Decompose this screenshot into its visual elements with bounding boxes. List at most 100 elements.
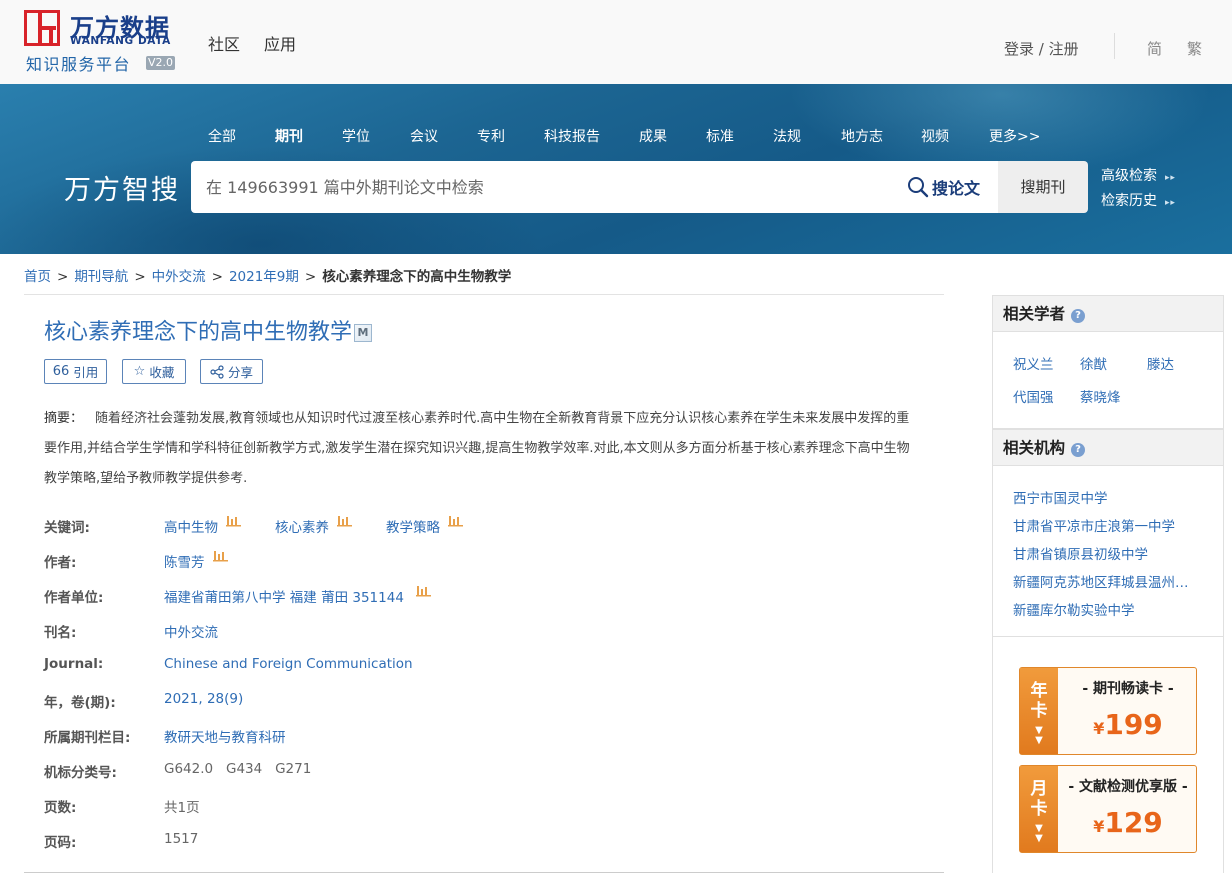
login-register-link[interactable]: 登录 / 注册 (1004, 38, 1079, 59)
search-box: 搜论文 (191, 161, 999, 213)
tab-patent[interactable]: 专利 (477, 126, 505, 146)
issue-link[interactable]: 2021, 28(9) (164, 691, 243, 707)
tab-local-chronicle[interactable]: 地方志 (841, 126, 883, 146)
card-tab: 年卡 ▼ ▼ (1020, 668, 1058, 754)
tab-more[interactable]: 更多>> (989, 126, 1040, 146)
tab-conference[interactable]: 会议 (410, 126, 438, 146)
card-price: ¥129 (1058, 806, 1198, 839)
scholar-link[interactable]: 代国强 (1013, 386, 1054, 406)
author-label: 作者: (44, 555, 77, 571)
collect-label: 收藏 (149, 365, 175, 380)
advanced-search-label: 高级检索 (1101, 168, 1157, 184)
affiliation-link[interactable]: 福建省莆田第八中学 福建 莆田 351144 (164, 590, 404, 606)
org-link[interactable]: 新疆库尔勒实验中学 (1013, 599, 1199, 619)
price-value: 129 (1104, 806, 1163, 839)
affiliation-value: 福建省莆田第八中学 福建 莆田 351144 (164, 586, 431, 606)
related-scholars-title: 相关学者 (1003, 305, 1066, 323)
org-link[interactable]: 甘肃省镇原县初级中学 (1013, 543, 1199, 563)
tab-regulation[interactable]: 法规 (773, 126, 801, 146)
help-icon[interactable]: ? (1071, 443, 1086, 457)
annual-card-promo[interactable]: 年卡 ▼ ▼ - 期刊畅读卡 - ¥199 (1019, 667, 1197, 755)
keyword-link[interactable]: 核心素养 (275, 516, 352, 536)
mendeley-icon[interactable]: M (354, 324, 373, 342)
keyword-text: 核心素养 (275, 520, 329, 536)
nav-community[interactable]: 社区 (208, 31, 240, 55)
collect-button[interactable]: ☆ 收藏 (122, 359, 186, 384)
search-history-link[interactable]: 检索历史 ▸ ▸ (1101, 190, 1175, 210)
bar-chart-icon[interactable] (212, 549, 228, 562)
tab-tech-report[interactable]: 科技报告 (544, 126, 600, 146)
tab-standard[interactable]: 标准 (706, 126, 734, 146)
issue-label: 年，卷(期): (44, 695, 116, 711)
org-link[interactable]: 甘肃省平凉市庄浪第一中学 (1013, 515, 1199, 535)
bar-chart-icon[interactable] (337, 514, 352, 527)
journal-link[interactable]: 中外交流 (164, 621, 218, 641)
scholar-link[interactable]: 滕达 (1147, 353, 1174, 373)
logo-mark-icon (24, 10, 60, 46)
keywords-label: 关键词: (44, 520, 90, 536)
abstract-label: 摘要： (44, 411, 84, 426)
keywords-list: 高中生物 核心素养 教学策略 (164, 516, 497, 536)
wanfang-logo[interactable]: 万方数据 WANFANG DATA 知识服务平台 V2.0 (24, 8, 184, 74)
nav-apps[interactable]: 应用 (264, 31, 296, 55)
keyword-text: 高中生物 (164, 520, 218, 536)
double-down-arrow-icon: ▼ ▼ (1035, 725, 1043, 746)
lang-traditional[interactable]: 繁 (1187, 38, 1202, 59)
card-tab-label: 月卡 (1030, 779, 1048, 819)
tab-achievement[interactable]: 成果 (639, 126, 667, 146)
tab-all[interactable]: 全部 (208, 126, 236, 146)
breadcrumb-journal[interactable]: 中外交流 (152, 269, 206, 285)
scholar-link[interactable]: 祝义兰 (1013, 353, 1054, 373)
tab-video[interactable]: 视频 (921, 126, 949, 146)
breadcrumb-issue[interactable]: 2021年9期 (229, 269, 299, 285)
page-number-value: 1517 (164, 831, 199, 847)
cite-label: 引用 (73, 365, 99, 380)
journal-en-link[interactable]: Chinese and Foreign Communication (164, 656, 413, 672)
bar-chart-icon[interactable] (448, 514, 463, 527)
pages-value: 共1页 (164, 800, 200, 816)
journal-en-label: Journal: (44, 656, 104, 672)
breadcrumb-separator: > (134, 269, 146, 285)
search-journal-button[interactable]: 搜期刊 (998, 161, 1088, 213)
share-icon (210, 364, 224, 379)
lang-simplified[interactable]: 简 (1147, 38, 1162, 59)
help-icon[interactable]: ? (1071, 309, 1086, 323)
logo-en-text: WANFANG DATA (70, 35, 171, 47)
card-tab: 月卡 ▼ ▼ (1020, 766, 1058, 852)
keyword-link[interactable]: 教学策略 (386, 516, 463, 536)
keyword-link[interactable]: 高中生物 (164, 516, 241, 536)
currency-symbol: ¥ (1093, 817, 1105, 836)
related-orgs-header: 相关机构? (993, 430, 1223, 466)
column-link[interactable]: 教研天地与教育科研 (164, 726, 286, 746)
org-link[interactable]: 西宁市国灵中学 (1013, 487, 1199, 507)
author-link[interactable]: 陈雪芳 (164, 555, 205, 571)
currency-symbol: ¥ (1093, 719, 1105, 738)
quote-icon: 66 (52, 364, 70, 379)
abstract-text: 随着经济社会蓬勃发展,教育领域也从知识时代过渡至核心素养时代.高中生物在全新教育… (44, 411, 910, 486)
tab-degree[interactable]: 学位 (342, 126, 370, 146)
scholar-link[interactable]: 蔡晓烽 (1080, 386, 1121, 406)
breadcrumb-journal-nav[interactable]: 期刊导航 (74, 269, 128, 285)
search-brand: 万方智搜 (64, 175, 180, 206)
share-button[interactable]: 分享 (200, 359, 263, 384)
monthly-card-promo[interactable]: 月卡 ▼ ▼ - 文献检测优享版 - ¥129 (1019, 765, 1197, 853)
search-input[interactable] (206, 161, 886, 213)
tab-journals[interactable]: 期刊 (275, 126, 303, 146)
org-link[interactable]: 新疆阿克苏地区拜城县温州中学 (1013, 571, 1199, 591)
double-arrow-icon: ▸ ▸ (1165, 173, 1175, 183)
abstract: 摘要： 随着经济社会蓬勃发展,教育领域也从知识时代过渡至核心素养时代.高中生物在全… (44, 404, 920, 494)
advanced-search-link[interactable]: 高级检索 ▸ ▸ (1101, 165, 1175, 185)
related-orgs-title: 相关机构 (1003, 439, 1066, 457)
share-label: 分享 (227, 365, 253, 380)
classification-value: G642.0 G434 G271 (164, 761, 312, 777)
bar-chart-icon[interactable] (226, 514, 241, 527)
bar-chart-icon[interactable] (415, 584, 431, 597)
author-value: 陈雪芳 (164, 551, 228, 571)
cite-button[interactable]: 66 引用 (44, 359, 107, 384)
journal-label: 刊名: (44, 625, 77, 641)
search-paper-button[interactable]: 搜论文 (907, 174, 980, 200)
logo-subtitle: 知识服务平台 (26, 55, 132, 74)
scholar-link[interactable]: 徐猷 (1080, 353, 1107, 373)
breadcrumb-home[interactable]: 首页 (24, 269, 51, 285)
search-history-label: 检索历史 (1101, 193, 1157, 209)
